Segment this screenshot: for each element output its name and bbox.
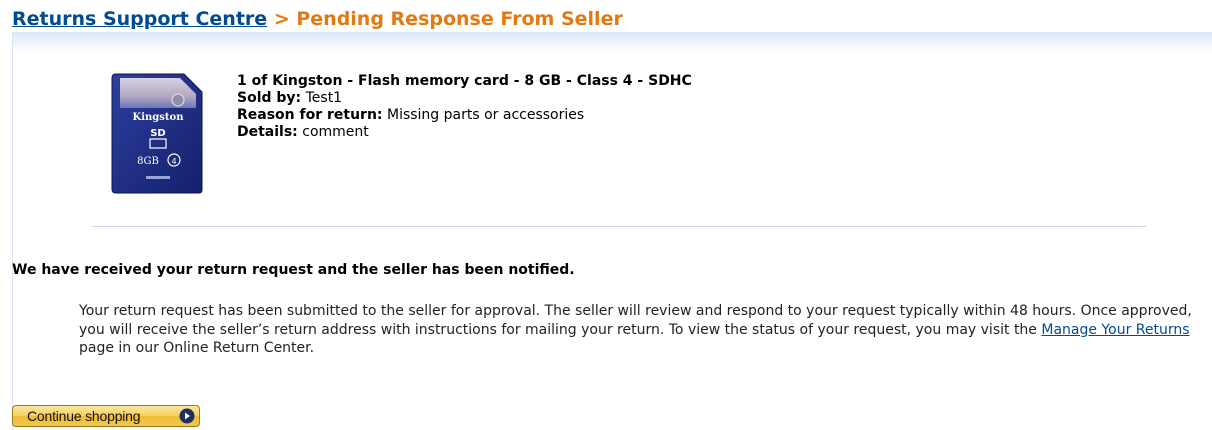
product-details: 1 of Kingston - Flash memory card - 8 GB… — [237, 73, 692, 141]
breadcrumb-link-returns-support[interactable]: Returns Support Centre — [12, 8, 267, 30]
confirmation-message: Your return request has been submitted t… — [79, 302, 1209, 358]
sold-by-label: Sold by: — [237, 90, 302, 106]
continue-shopping-label: Continue shopping — [27, 408, 141, 424]
confirmation-heading: We have received your return request and… — [12, 262, 575, 278]
content-border — [12, 32, 13, 430]
sold-by-value: Test1 — [305, 90, 343, 106]
details-row: Details: comment — [237, 124, 692, 141]
details-label: Details: — [237, 124, 298, 140]
page-title: Pending Response From Seller — [296, 8, 623, 30]
reason-row: Reason for return: Missing parts or acce… — [237, 107, 692, 124]
confirmation-text-end: page in our Online Return Center. — [79, 340, 315, 356]
confirmation-text-start: Your return request has been submitted t… — [79, 303, 1192, 338]
section-divider — [92, 226, 1146, 227]
sold-by-row: Sold by: Test1 — [237, 90, 692, 107]
svg-text:SD: SD — [150, 128, 166, 139]
card-capacity-text: 8GB — [137, 156, 159, 167]
product-title: 1 of Kingston - Flash memory card - 8 GB… — [237, 73, 692, 89]
card-brand-text: Kingston — [133, 112, 185, 123]
reason-value: Missing parts or accessories — [386, 107, 585, 123]
returns-page: Returns Support Centre > Pending Respons… — [0, 0, 1212, 430]
sd-card-image: Kingston SD 8GB 4 — [111, 73, 203, 194]
reason-label: Reason for return: — [237, 107, 383, 123]
header-bar — [12, 32, 1212, 54]
details-value: comment — [302, 124, 369, 140]
breadcrumb: Returns Support Centre > Pending Respons… — [12, 4, 623, 34]
arrow-right-circle-icon — [179, 408, 195, 424]
card-class-text: 4 — [171, 157, 176, 166]
manage-returns-link[interactable]: Manage Your Returns — [1041, 322, 1189, 338]
continue-shopping-button[interactable]: Continue shopping — [12, 405, 200, 427]
breadcrumb-separator: > — [273, 8, 290, 30]
